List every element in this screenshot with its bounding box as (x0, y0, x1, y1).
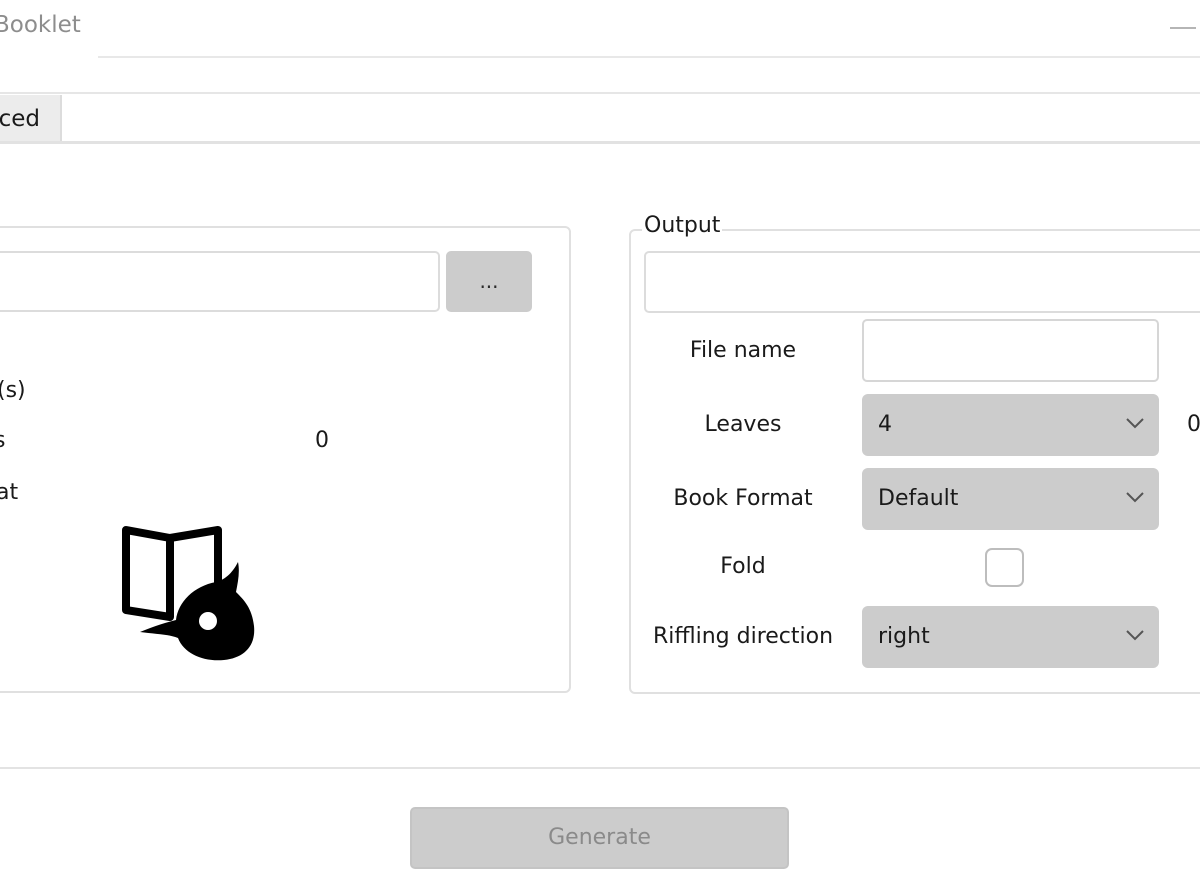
riffling-direction-select-value: right (878, 624, 930, 649)
output-path-field[interactable] (644, 251, 1200, 313)
book-format-select-value: Default (878, 486, 959, 511)
browse-button[interactable]: ... (446, 251, 532, 312)
booklet-logo-icon (122, 526, 255, 661)
file-name-input[interactable] (862, 319, 1159, 382)
leaves-select-value: 4 (878, 412, 892, 437)
fold-label: Fold (720, 554, 766, 579)
chevron-down-icon (1126, 630, 1144, 641)
input-file-field[interactable] (0, 251, 440, 312)
book-format-label: Book Format (673, 486, 813, 511)
tabbar-bottom-line (0, 141, 1200, 144)
input-files-label: (s) (0, 378, 26, 403)
leaves-extra-value: 0 (1187, 412, 1200, 437)
fold-checkbox[interactable] (985, 548, 1024, 587)
bottom-divider (0, 767, 1200, 769)
chevron-down-icon (1126, 492, 1144, 503)
leaves-label: Leaves (704, 412, 782, 437)
input-pages-value: 0 (315, 428, 329, 453)
input-pages-label: s (0, 428, 5, 453)
riffling-direction-label: Riffling direction (652, 624, 834, 649)
generate-button[interactable]: Generate (410, 807, 789, 869)
file-name-label: File name (689, 338, 797, 363)
riffling-direction-select[interactable]: right (862, 606, 1159, 668)
chevron-down-icon (1126, 418, 1144, 429)
input-format-label: at (0, 480, 19, 505)
output-group-title: Output (642, 213, 723, 238)
tab-advanced[interactable]: ced (0, 95, 62, 141)
window-title: Booklet (0, 12, 81, 38)
tabbar-top-line (0, 92, 1200, 94)
minimize-icon[interactable] (1170, 27, 1196, 29)
leaves-select[interactable]: 4 (862, 394, 1159, 456)
book-format-select[interactable]: Default (862, 468, 1159, 530)
title-divider (98, 56, 1200, 58)
